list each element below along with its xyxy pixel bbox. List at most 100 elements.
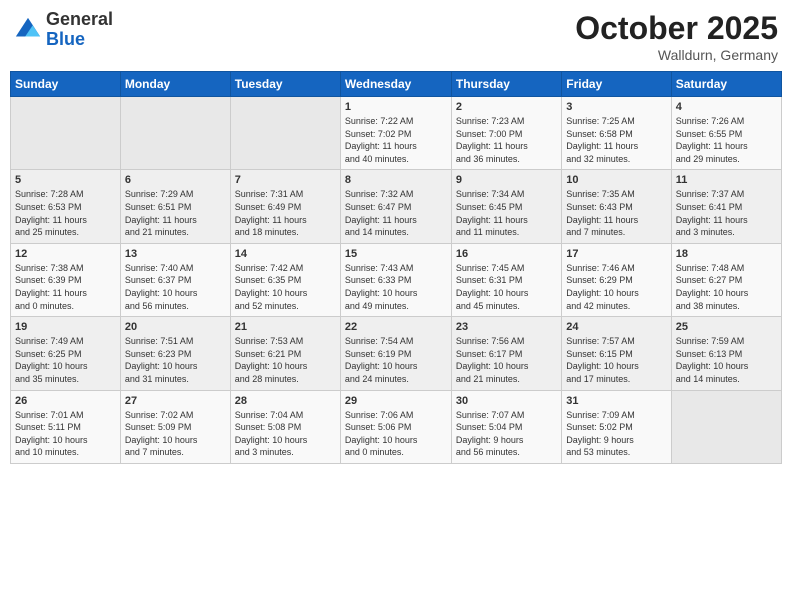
day-number: 18 [676, 248, 777, 260]
weekday-header: Friday [562, 72, 671, 97]
calendar-week-row: 19 Sunrise: 7:49 AM Sunset: 6:25 PM Dayli… [11, 317, 782, 390]
month-title: October 2025 [575, 10, 778, 47]
day-number: 15 [345, 248, 447, 260]
day-number: 11 [676, 174, 777, 186]
cell-content: Sunrise: 7:04 AM Sunset: 5:08 PM Dayligh… [235, 409, 336, 459]
calendar-cell: 2 Sunrise: 7:23 AM Sunset: 7:00 PM Daylig… [451, 97, 561, 170]
weekday-header: Wednesday [340, 72, 451, 97]
calendar-cell: 22 Sunrise: 7:54 AM Sunset: 6:19 PM Dayli… [340, 317, 451, 390]
calendar-cell: 5Sunrise: 7:28 AM Sunset: 6:53 PM Daylig… [11, 170, 121, 243]
cell-content: Sunrise: 7:43 AM Sunset: 6:33 PM Dayligh… [345, 262, 447, 312]
calendar: SundayMondayTuesdayWednesdayThursdayFrid… [10, 71, 782, 464]
weekday-header: Tuesday [230, 72, 340, 97]
day-number: 1 [345, 101, 447, 113]
calendar-cell: 24 Sunrise: 7:57 AM Sunset: 6:15 PM Dayli… [562, 317, 671, 390]
calendar-cell: 8Sunrise: 7:32 AM Sunset: 6:47 PM Daylig… [340, 170, 451, 243]
day-number: 29 [345, 395, 447, 407]
calendar-cell: 19 Sunrise: 7:49 AM Sunset: 6:25 PM Dayli… [11, 317, 121, 390]
day-number: 24 [566, 321, 666, 333]
calendar-cell [230, 97, 340, 170]
calendar-cell: 25 Sunrise: 7:59 AM Sunset: 6:13 PM Dayli… [671, 317, 781, 390]
logo-icon [14, 16, 42, 44]
day-number: 26 [15, 395, 116, 407]
weekday-header: Thursday [451, 72, 561, 97]
calendar-cell: 21Sunrise: 7:53 AM Sunset: 6:21 PM Dayli… [230, 317, 340, 390]
cell-content: Sunrise: 7:22 AM Sunset: 7:02 PM Dayligh… [345, 115, 447, 165]
cell-content: Sunrise: 7:29 AM Sunset: 6:51 PM Dayligh… [125, 188, 226, 238]
day-number: 2 [456, 101, 557, 113]
cell-content: Sunrise: 7:57 AM Sunset: 6:15 PM Dayligh… [566, 335, 666, 385]
day-number: 12 [15, 248, 116, 260]
cell-content: Sunrise: 7:46 AM Sunset: 6:29 PM Dayligh… [566, 262, 666, 312]
calendar-cell: 14Sunrise: 7:42 AM Sunset: 6:35 PM Dayli… [230, 243, 340, 316]
calendar-cell: 9 Sunrise: 7:34 AM Sunset: 6:45 PM Daylig… [451, 170, 561, 243]
calendar-cell: 29Sunrise: 7:06 AM Sunset: 5:06 PM Dayli… [340, 390, 451, 463]
calendar-cell: 12 Sunrise: 7:38 AM Sunset: 6:39 PM Dayli… [11, 243, 121, 316]
cell-content: Sunrise: 7:07 AM Sunset: 5:04 PM Dayligh… [456, 409, 557, 459]
cell-content: Sunrise: 7:26 AM Sunset: 6:55 PM Dayligh… [676, 115, 777, 165]
calendar-week-row: 26 Sunrise: 7:01 AM Sunset: 5:11 PM Dayli… [11, 390, 782, 463]
calendar-cell: 3 Sunrise: 7:25 AM Sunset: 6:58 PM Daylig… [562, 97, 671, 170]
cell-content: Sunrise: 7:31 AM Sunset: 6:49 PM Dayligh… [235, 188, 336, 238]
calendar-week-row: 1 Sunrise: 7:22 AM Sunset: 7:02 PM Daylig… [11, 97, 782, 170]
cell-content: Sunrise: 7:37 AM Sunset: 6:41 PM Dayligh… [676, 188, 777, 238]
cell-content: Sunrise: 7:34 AM Sunset: 6:45 PM Dayligh… [456, 188, 557, 238]
calendar-cell: 31Sunrise: 7:09 AM Sunset: 5:02 PM Dayli… [562, 390, 671, 463]
day-number: 10 [566, 174, 666, 186]
day-number: 7 [235, 174, 336, 186]
calendar-cell: 26 Sunrise: 7:01 AM Sunset: 5:11 PM Dayli… [11, 390, 121, 463]
calendar-week-row: 5Sunrise: 7:28 AM Sunset: 6:53 PM Daylig… [11, 170, 782, 243]
calendar-week-row: 12 Sunrise: 7:38 AM Sunset: 6:39 PM Dayli… [11, 243, 782, 316]
cell-content: Sunrise: 7:35 AM Sunset: 6:43 PM Dayligh… [566, 188, 666, 238]
calendar-cell: 23 Sunrise: 7:56 AM Sunset: 6:17 PM Dayli… [451, 317, 561, 390]
day-number: 4 [676, 101, 777, 113]
calendar-cell: 6Sunrise: 7:29 AM Sunset: 6:51 PM Daylig… [120, 170, 230, 243]
day-number: 3 [566, 101, 666, 113]
cell-content: Sunrise: 7:49 AM Sunset: 6:25 PM Dayligh… [15, 335, 116, 385]
weekday-header: Sunday [11, 72, 121, 97]
calendar-cell: 28 Sunrise: 7:04 AM Sunset: 5:08 PM Dayli… [230, 390, 340, 463]
cell-content: Sunrise: 7:38 AM Sunset: 6:39 PM Dayligh… [15, 262, 116, 312]
calendar-cell: 7 Sunrise: 7:31 AM Sunset: 6:49 PM Daylig… [230, 170, 340, 243]
cell-content: Sunrise: 7:28 AM Sunset: 6:53 PM Dayligh… [15, 188, 116, 238]
day-number: 30 [456, 395, 557, 407]
day-number: 9 [456, 174, 557, 186]
logo-text: General Blue [46, 10, 113, 50]
day-number: 25 [676, 321, 777, 333]
calendar-cell: 20Sunrise: 7:51 AM Sunset: 6:23 PM Dayli… [120, 317, 230, 390]
calendar-cell: 10 Sunrise: 7:35 AM Sunset: 6:43 PM Dayli… [562, 170, 671, 243]
cell-content: Sunrise: 7:59 AM Sunset: 6:13 PM Dayligh… [676, 335, 777, 385]
logo-general: General [46, 9, 113, 29]
title-block: October 2025 Walldurn, Germany [575, 10, 778, 63]
location: Walldurn, Germany [575, 47, 778, 63]
calendar-cell: 4 Sunrise: 7:26 AM Sunset: 6:55 PM Daylig… [671, 97, 781, 170]
weekday-header: Monday [120, 72, 230, 97]
calendar-cell: 16Sunrise: 7:45 AM Sunset: 6:31 PM Dayli… [451, 243, 561, 316]
day-number: 21 [235, 321, 336, 333]
cell-content: Sunrise: 7:51 AM Sunset: 6:23 PM Dayligh… [125, 335, 226, 385]
cell-content: Sunrise: 7:25 AM Sunset: 6:58 PM Dayligh… [566, 115, 666, 165]
logo-blue: Blue [46, 29, 85, 49]
calendar-cell: 17Sunrise: 7:46 AM Sunset: 6:29 PM Dayli… [562, 243, 671, 316]
weekday-header-row: SundayMondayTuesdayWednesdayThursdayFrid… [11, 72, 782, 97]
cell-content: Sunrise: 7:02 AM Sunset: 5:09 PM Dayligh… [125, 409, 226, 459]
cell-content: Sunrise: 7:01 AM Sunset: 5:11 PM Dayligh… [15, 409, 116, 459]
cell-content: Sunrise: 7:56 AM Sunset: 6:17 PM Dayligh… [456, 335, 557, 385]
calendar-cell [11, 97, 121, 170]
day-number: 23 [456, 321, 557, 333]
calendar-cell: 15 Sunrise: 7:43 AM Sunset: 6:33 PM Dayli… [340, 243, 451, 316]
calendar-cell: 27 Sunrise: 7:02 AM Sunset: 5:09 PM Dayli… [120, 390, 230, 463]
weekday-header: Saturday [671, 72, 781, 97]
day-number: 14 [235, 248, 336, 260]
calendar-cell [671, 390, 781, 463]
logo: General Blue [14, 10, 113, 50]
calendar-cell [120, 97, 230, 170]
cell-content: Sunrise: 7:23 AM Sunset: 7:00 PM Dayligh… [456, 115, 557, 165]
calendar-cell: 11 Sunrise: 7:37 AM Sunset: 6:41 PM Dayli… [671, 170, 781, 243]
day-number: 22 [345, 321, 447, 333]
day-number: 27 [125, 395, 226, 407]
day-number: 19 [15, 321, 116, 333]
cell-content: Sunrise: 7:54 AM Sunset: 6:19 PM Dayligh… [345, 335, 447, 385]
day-number: 28 [235, 395, 336, 407]
calendar-cell: 13Sunrise: 7:40 AM Sunset: 6:37 PM Dayli… [120, 243, 230, 316]
